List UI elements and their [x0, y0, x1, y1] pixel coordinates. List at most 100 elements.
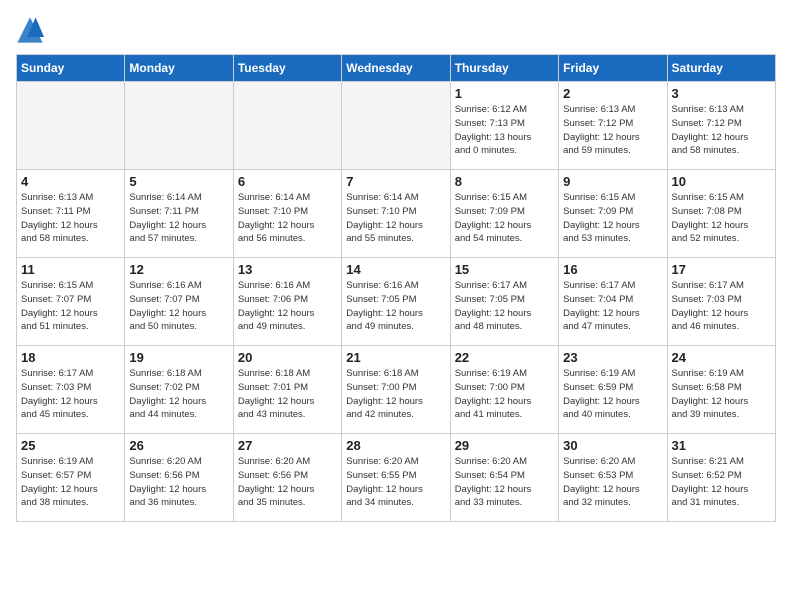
day-info: Sunrise: 6:13 AMSunset: 7:12 PMDaylight:… [672, 103, 771, 158]
day-cell: 2 Sunrise: 6:13 AMSunset: 7:12 PMDaylight… [559, 82, 667, 170]
day-info: Sunrise: 6:15 AMSunset: 7:07 PMDaylight:… [21, 279, 120, 334]
day-cell: 3 Sunrise: 6:13 AMSunset: 7:12 PMDaylight… [667, 82, 775, 170]
day-number: 26 [129, 438, 228, 453]
day-number: 14 [346, 262, 445, 277]
day-cell: 24 Sunrise: 6:19 AMSunset: 6:58 PMDayligh… [667, 346, 775, 434]
day-number: 3 [672, 86, 771, 101]
week-row-2: 4Sunrise: 6:13 AMSunset: 7:11 PMDaylight… [17, 170, 776, 258]
day-number: 28 [346, 438, 445, 453]
day-cell [17, 82, 125, 170]
day-number: 9 [563, 174, 662, 189]
day-number: 12 [129, 262, 228, 277]
day-info: Sunrise: 6:18 AMSunset: 7:00 PMDaylight:… [346, 367, 445, 422]
day-number: 31 [672, 438, 771, 453]
day-cell: 17 Sunrise: 6:17 AMSunset: 7:03 PMDayligh… [667, 258, 775, 346]
day-number: 22 [455, 350, 554, 365]
day-info: Sunrise: 6:20 AMSunset: 6:56 PMDaylight:… [238, 455, 337, 510]
day-info: Sunrise: 6:20 AMSunset: 6:54 PMDaylight:… [455, 455, 554, 510]
day-number: 21 [346, 350, 445, 365]
logo-icon [16, 16, 44, 44]
day-number: 18 [21, 350, 120, 365]
day-info: Sunrise: 6:13 AMSunset: 7:12 PMDaylight:… [563, 103, 662, 158]
day-cell: 9Sunrise: 6:15 AMSunset: 7:09 PMDaylight… [559, 170, 667, 258]
day-cell: 15Sunrise: 6:17 AMSunset: 7:05 PMDayligh… [450, 258, 558, 346]
day-number: 5 [129, 174, 228, 189]
day-cell [342, 82, 450, 170]
day-info: Sunrise: 6:19 AMSunset: 6:59 PMDaylight:… [563, 367, 662, 422]
day-info: Sunrise: 6:19 AMSunset: 6:58 PMDaylight:… [672, 367, 771, 422]
day-cell: 31 Sunrise: 6:21 AMSunset: 6:52 PMDayligh… [667, 434, 775, 522]
day-number: 16 [563, 262, 662, 277]
calendar-table: SundayMondayTuesdayWednesdayThursdayFrid… [16, 54, 776, 522]
day-info: Sunrise: 6:12 AMSunset: 7:13 PMDaylight:… [455, 103, 554, 158]
day-cell: 25 Sunrise: 6:19 AMSunset: 6:57 PMDayligh… [17, 434, 125, 522]
day-info: Sunrise: 6:17 AMSunset: 7:04 PMDaylight:… [563, 279, 662, 334]
day-number: 29 [455, 438, 554, 453]
day-cell [233, 82, 341, 170]
day-cell: 22 Sunrise: 6:19 AMSunset: 7:00 PMDayligh… [450, 346, 558, 434]
page-header [16, 16, 776, 44]
day-cell: 11 Sunrise: 6:15 AMSunset: 7:07 PMDayligh… [17, 258, 125, 346]
day-number: 10 [672, 174, 771, 189]
day-cell: 4Sunrise: 6:13 AMSunset: 7:11 PMDaylight… [17, 170, 125, 258]
day-info: Sunrise: 6:18 AMSunset: 7:02 PMDaylight:… [129, 367, 228, 422]
day-number: 8 [455, 174, 554, 189]
day-number: 24 [672, 350, 771, 365]
day-info: Sunrise: 6:20 AMSunset: 6:55 PMDaylight:… [346, 455, 445, 510]
day-number: 7 [346, 174, 445, 189]
weekday-header-row: SundayMondayTuesdayWednesdayThursdayFrid… [17, 55, 776, 82]
day-info: Sunrise: 6:20 AMSunset: 6:56 PMDaylight:… [129, 455, 228, 510]
day-info: Sunrise: 6:18 AMSunset: 7:01 PMDaylight:… [238, 367, 337, 422]
day-cell: 20Sunrise: 6:18 AMSunset: 7:01 PMDayligh… [233, 346, 341, 434]
week-row-5: 25 Sunrise: 6:19 AMSunset: 6:57 PMDayligh… [17, 434, 776, 522]
day-info: Sunrise: 6:13 AMSunset: 7:11 PMDaylight:… [21, 191, 120, 246]
day-number: 2 [563, 86, 662, 101]
day-info: Sunrise: 6:16 AMSunset: 7:05 PMDaylight:… [346, 279, 445, 334]
week-row-4: 18 Sunrise: 6:17 AMSunset: 7:03 PMDayligh… [17, 346, 776, 434]
day-number: 25 [21, 438, 120, 453]
day-cell: 19 Sunrise: 6:18 AMSunset: 7:02 PMDayligh… [125, 346, 233, 434]
day-info: Sunrise: 6:17 AMSunset: 7:03 PMDaylight:… [21, 367, 120, 422]
day-number: 15 [455, 262, 554, 277]
logo [16, 16, 48, 44]
day-info: Sunrise: 6:20 AMSunset: 6:53 PMDaylight:… [563, 455, 662, 510]
day-cell: 28 Sunrise: 6:20 AMSunset: 6:55 PMDayligh… [342, 434, 450, 522]
day-info: Sunrise: 6:19 AMSunset: 7:00 PMDaylight:… [455, 367, 554, 422]
day-info: Sunrise: 6:21 AMSunset: 6:52 PMDaylight:… [672, 455, 771, 510]
day-number: 13 [238, 262, 337, 277]
weekday-wednesday: Wednesday [342, 55, 450, 82]
day-cell: 23 Sunrise: 6:19 AMSunset: 6:59 PMDayligh… [559, 346, 667, 434]
day-cell: 1 Sunrise: 6:12 AMSunset: 7:13 PMDaylight… [450, 82, 558, 170]
weekday-friday: Friday [559, 55, 667, 82]
day-number: 17 [672, 262, 771, 277]
weekday-thursday: Thursday [450, 55, 558, 82]
day-cell: 26 Sunrise: 6:20 AMSunset: 6:56 PMDayligh… [125, 434, 233, 522]
weekday-sunday: Sunday [17, 55, 125, 82]
day-info: Sunrise: 6:14 AMSunset: 7:10 PMDaylight:… [238, 191, 337, 246]
day-cell: 12Sunrise: 6:16 AMSunset: 7:07 PMDayligh… [125, 258, 233, 346]
day-number: 23 [563, 350, 662, 365]
day-info: Sunrise: 6:19 AMSunset: 6:57 PMDaylight:… [21, 455, 120, 510]
day-cell: 6 Sunrise: 6:14 AMSunset: 7:10 PMDaylight… [233, 170, 341, 258]
weekday-monday: Monday [125, 55, 233, 82]
day-cell: 13 Sunrise: 6:16 AMSunset: 7:06 PMDayligh… [233, 258, 341, 346]
weekday-tuesday: Tuesday [233, 55, 341, 82]
day-info: Sunrise: 6:17 AMSunset: 7:03 PMDaylight:… [672, 279, 771, 334]
day-number: 1 [455, 86, 554, 101]
day-cell: 5 Sunrise: 6:14 AMSunset: 7:11 PMDaylight… [125, 170, 233, 258]
week-row-1: 1 Sunrise: 6:12 AMSunset: 7:13 PMDaylight… [17, 82, 776, 170]
weekday-saturday: Saturday [667, 55, 775, 82]
day-cell [125, 82, 233, 170]
day-cell: 14 Sunrise: 6:16 AMSunset: 7:05 PMDayligh… [342, 258, 450, 346]
day-cell: 21 Sunrise: 6:18 AMSunset: 7:00 PMDayligh… [342, 346, 450, 434]
day-info: Sunrise: 6:16 AMSunset: 7:06 PMDaylight:… [238, 279, 337, 334]
day-cell: 10Sunrise: 6:15 AMSunset: 7:08 PMDayligh… [667, 170, 775, 258]
day-cell: 7Sunrise: 6:14 AMSunset: 7:10 PMDaylight… [342, 170, 450, 258]
day-number: 6 [238, 174, 337, 189]
day-number: 27 [238, 438, 337, 453]
day-info: Sunrise: 6:14 AMSunset: 7:11 PMDaylight:… [129, 191, 228, 246]
day-number: 19 [129, 350, 228, 365]
day-number: 11 [21, 262, 120, 277]
day-number: 30 [563, 438, 662, 453]
day-cell: 8Sunrise: 6:15 AMSunset: 7:09 PMDaylight… [450, 170, 558, 258]
